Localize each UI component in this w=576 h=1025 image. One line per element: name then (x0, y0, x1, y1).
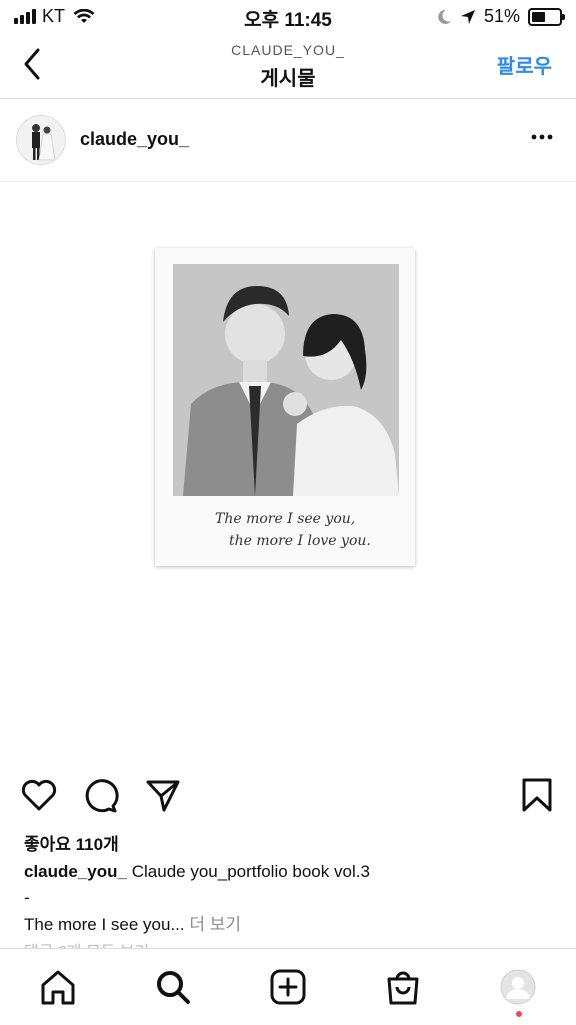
bottom-tab-bar (0, 948, 576, 1025)
author-username[interactable]: claude_you_ (80, 129, 189, 150)
notification-dot (516, 1011, 522, 1017)
couple-photo (173, 264, 399, 496)
profile-avatar-icon[interactable] (498, 967, 538, 1007)
comment-icon[interactable] (82, 776, 120, 814)
header-username: CLAUDE_YOU_ (231, 42, 345, 58)
handwritten-caption: The more I see you, the more I love you. (215, 508, 415, 552)
page-title: 게시물 (260, 68, 316, 90)
battery-level-fill (532, 11, 545, 22)
see-more-link[interactable]: 더 보기 (189, 915, 241, 934)
couple-figure-icon (32, 124, 56, 161)
caption-line-3: The more I see you... 더 보기 (24, 910, 241, 935)
location-arrow-icon (460, 9, 475, 24)
share-icon[interactable] (144, 776, 182, 814)
caption: claude_you_ Claude you_portfolio book vo… (24, 862, 544, 882)
home-icon[interactable] (38, 967, 78, 1007)
battery-percent: 51% (483, 6, 520, 26)
shop-icon[interactable] (383, 967, 423, 1007)
caption-text: Claude you_portfolio book vol.3 (131, 862, 370, 881)
polaroid-frame: The more I see you, the more I love you. (155, 248, 415, 566)
post-image[interactable]: The more I see you, the more I love you. (0, 182, 576, 762)
post-header: CLAUDE_YOU_ 게시물 팔로우 (0, 34, 576, 99)
battery-icon (528, 7, 565, 26)
caption-line-2: - (24, 888, 30, 907)
handwriting-line-1: The more I see you, (215, 511, 356, 527)
more-options-icon[interactable] (530, 127, 554, 147)
add-post-icon[interactable] (268, 967, 308, 1007)
post-actions (0, 770, 576, 820)
moon-icon (438, 9, 451, 24)
post-author-row: claude_you_ (0, 99, 576, 182)
search-icon[interactable] (153, 967, 193, 1007)
follow-button[interactable]: 팔로우 (497, 50, 552, 79)
bookmark-icon[interactable] (518, 776, 556, 814)
author-avatar[interactable] (16, 115, 66, 165)
heart-icon[interactable] (20, 776, 58, 814)
caption-preview: The more I see you... (24, 915, 185, 934)
handwriting-line-2: the more I love you. (229, 533, 371, 549)
caption-username[interactable]: claude_you_ (24, 862, 127, 881)
status-bar: KT 오후 11:45 51% (0, 0, 576, 34)
likes-count[interactable]: 좋아요 110개 (24, 830, 119, 855)
